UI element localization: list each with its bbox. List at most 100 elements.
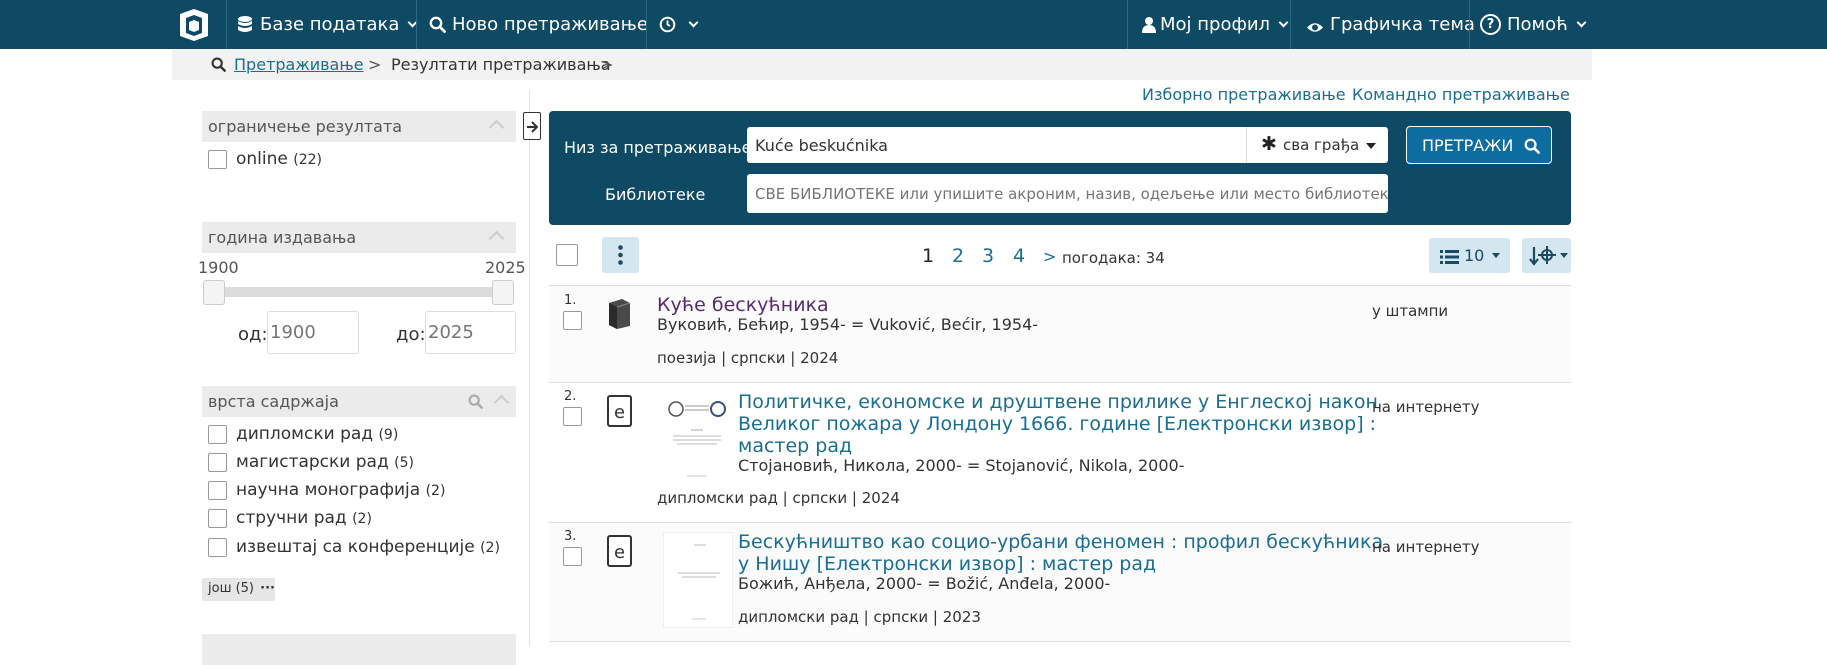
year-slider-handle-max[interactable] [492, 280, 514, 305]
facet-more-button[interactable]: још (5) ··· [202, 578, 275, 601]
search-submit-label: ПРЕТРАЖИ [1422, 136, 1514, 155]
new-search-link[interactable]: Ново претраживање [429, 0, 648, 49]
facet-item-count: (2) [352, 511, 372, 527]
user-icon [1142, 16, 1156, 33]
sort-select[interactable] [1522, 238, 1571, 273]
thumbnail-image[interactable] [663, 392, 730, 484]
facet-item[interactable]: магистарски рад (5) [236, 452, 414, 472]
result-number: 2. [564, 389, 577, 404]
facet-year-header[interactable]: година издавања [202, 222, 516, 253]
selective-search-link[interactable]: Изборно претраживање [1142, 85, 1346, 104]
facet-item-count: (5) [394, 455, 414, 471]
help-menu[interactable]: ? Помоћ [1480, 0, 1587, 49]
page-size-select[interactable]: 10 [1429, 238, 1510, 273]
facet-content-type-title: врста садржаја [208, 392, 339, 411]
chevron-up-icon[interactable] [488, 230, 505, 247]
result-title-link[interactable]: Бескућништво као социо-урбани феномен : … [738, 531, 1383, 575]
chevron-up-icon[interactable] [488, 119, 505, 136]
facet-item-label: дипломски рад [236, 424, 374, 444]
year-range-slider[interactable] [204, 287, 514, 297]
libraries-input[interactable] [747, 174, 1388, 213]
result-title-link[interactable]: Куће бескућника [657, 294, 829, 316]
facet-item[interactable]: стручни рад (2) [236, 508, 372, 528]
thumbnail-image[interactable] [663, 532, 733, 628]
search-icon[interactable] [468, 394, 483, 413]
facet-item-label: стручни рад [236, 508, 347, 528]
breadcrumb-separator: > [600, 55, 614, 74]
facet-checkbox[interactable] [208, 453, 227, 472]
ellipsis-icon: ··· [260, 581, 275, 596]
facet-online-label[interactable]: online (22) [236, 149, 322, 169]
facet-item-count: (9) [378, 427, 399, 443]
year-slider-handle-min[interactable] [203, 280, 225, 305]
search-input[interactable] [747, 127, 1247, 163]
breadcrumb: Претраживање > Резултати претраживања > [172, 49, 1592, 80]
result-checkbox[interactable] [563, 311, 582, 330]
facet-checkbox[interactable] [208, 481, 227, 500]
facet-item-label: извештај са конференције [236, 537, 475, 557]
result-availability: у штампи [1372, 302, 1449, 320]
facet-year-title: година издавања [208, 228, 357, 247]
facet-item[interactable]: извештај са конференције (2) [236, 537, 500, 557]
more-actions-button[interactable] [602, 237, 639, 273]
navbar-divider [1290, 0, 1291, 49]
profile-label: Мој профил [1160, 14, 1271, 35]
year-max-label: 2025 [485, 258, 526, 277]
facet-limit-header[interactable]: ограничење резултата [202, 111, 516, 142]
facet-checkbox[interactable] [208, 538, 227, 557]
page-3[interactable]: 3 [982, 245, 994, 267]
chevron-down-icon [1576, 17, 1587, 28]
chevron-down-icon [688, 17, 699, 28]
year-from-label: од: [238, 324, 268, 345]
result-author: Божић, Анђела, 2000- = Božić, Anđela, 20… [738, 574, 1111, 593]
facet-checkbox[interactable] [208, 509, 227, 528]
facet-next-header[interactable] [202, 634, 516, 665]
result-checkbox[interactable] [563, 547, 582, 566]
vertical-dots-icon [618, 245, 623, 269]
search-icon [1524, 138, 1540, 158]
cobiss-logo[interactable] [176, 6, 212, 43]
svg-text:e: e [614, 542, 625, 563]
facet-item-label: online [236, 149, 288, 169]
facet-checkbox[interactable] [208, 425, 227, 444]
year-min-label: 1900 [198, 258, 239, 277]
breadcrumb-results: Резултати претраживања [391, 55, 611, 74]
sort-icon [1529, 245, 1557, 270]
result-number: 1. [564, 293, 577, 308]
page-2[interactable]: 2 [952, 245, 964, 267]
result-author: Вуковић, Бећир, 1954- = Vuković, Bećir, … [657, 315, 1039, 334]
collapse-facets-button[interactable] [523, 112, 541, 140]
facet-item-label: магистарски рад [236, 452, 389, 472]
profile-menu[interactable]: Мој профил [1142, 0, 1289, 49]
result-title-link[interactable]: Политичке, економске и друштвене прилике… [738, 391, 1378, 457]
facet-more-label: још (5) [208, 581, 255, 596]
facet-content-type-header[interactable]: врста садржаја [202, 386, 516, 417]
arrow-right-icon [527, 119, 539, 138]
facet-item[interactable]: научна монографија (2) [236, 480, 445, 500]
year-to-input[interactable] [425, 311, 516, 354]
select-all-checkbox[interactable] [556, 244, 578, 266]
book-icon [607, 298, 632, 333]
facet-limit-title: ограничење резултата [208, 117, 403, 136]
navbar-divider [226, 0, 227, 49]
panel-divider [529, 90, 530, 647]
result-title-line: мастер рад [738, 435, 853, 457]
databases-menu[interactable]: Базе података [238, 0, 418, 49]
svg-text:e: e [614, 402, 625, 423]
next-page-link[interactable]: > [1043, 247, 1056, 266]
top-navbar: Базе података Ново претраживање Мој проф… [0, 0, 1827, 49]
query-label: Низ за претраживање [564, 138, 752, 157]
online-checkbox[interactable] [208, 150, 227, 169]
result-checkbox[interactable] [563, 407, 582, 426]
command-search-link[interactable]: Командно претраживање [1352, 85, 1570, 104]
breadcrumb-search-link[interactable]: Претраживање [234, 55, 364, 74]
material-type-select[interactable]: ✱ сва грађа [1246, 127, 1388, 163]
chevron-up-icon[interactable] [493, 394, 510, 411]
theme-menu[interactable]: Графичка тема [1306, 0, 1475, 49]
page-1[interactable]: 1 [922, 245, 934, 267]
facet-item[interactable]: дипломски рад (9) [236, 424, 398, 444]
page-4[interactable]: 4 [1013, 245, 1025, 267]
history-menu[interactable] [659, 0, 699, 49]
year-from-input[interactable] [267, 311, 359, 354]
search-submit-button[interactable]: ПРЕТРАЖИ [1406, 126, 1552, 164]
